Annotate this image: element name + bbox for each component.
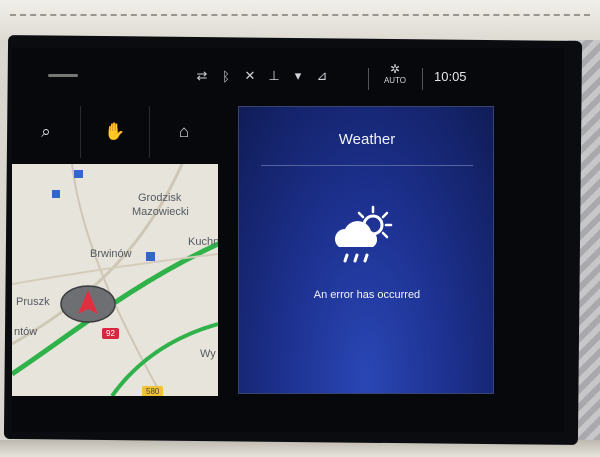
- map-place-label: Grodzisk: [138, 192, 182, 204]
- status-divider: [422, 68, 423, 90]
- drag-handle[interactable]: [48, 74, 78, 77]
- map-place-label: ntów: [14, 326, 38, 338]
- fan-icon: ✲: [389, 62, 401, 76]
- road-badge: 580: [142, 386, 164, 396]
- map-roads: [12, 164, 218, 396]
- climate-auto-button[interactable]: ✲ AUTO: [380, 62, 410, 85]
- signal-icon: ⊿: [316, 68, 328, 83]
- road-badge: 92: [102, 328, 119, 339]
- infotainment-screen: ⇄ ᛒ ✕ ⊥ ▾ ⊿ ✲ AUTO 10:05 ⌕ ✋ ⌂ Grodzisk …: [12, 48, 564, 432]
- bluetooth-icon: ᛒ: [222, 68, 230, 84]
- map-view[interactable]: Grodzisk Mazowiecki Brwinów Pruszk Kuchn…: [12, 164, 218, 396]
- search-button[interactable]: ⌕: [12, 106, 81, 158]
- clock: 10:05: [434, 69, 467, 84]
- climate-label: AUTO: [383, 76, 407, 85]
- weather-divider: [261, 165, 473, 166]
- weather-error-message: An error has occurred: [313, 289, 421, 301]
- map-place-label: Kuchn: [188, 236, 218, 248]
- hand-icon: ✋: [104, 122, 126, 141]
- mute-icon: ✕: [244, 68, 256, 83]
- map-place-label: Brwinów: [90, 248, 132, 260]
- search-icon: ⌕: [41, 122, 51, 141]
- map-place-label: Pruszk: [16, 296, 50, 308]
- navigation-panel: ⌕ ✋ ⌂ Grodzisk Mazowiecki Brwinów Pruszk…: [12, 106, 218, 396]
- nav-toolbar: ⌕ ✋ ⌂: [12, 106, 218, 158]
- home-icon: ⌂: [178, 122, 190, 141]
- map-place-label: Wy: [200, 348, 216, 360]
- weather-title: Weather: [338, 131, 396, 148]
- status-divider: [368, 68, 369, 90]
- weather-widget[interactable]: Weather An error has occurred: [238, 106, 494, 394]
- status-bar: ⇄ ᛒ ✕ ⊥ ▾ ⊿ ✲ AUTO 10:05: [12, 48, 564, 100]
- phone-link-icon: ⇄: [196, 68, 208, 83]
- home-button[interactable]: ⌂: [150, 106, 218, 158]
- user-icon: ⊥: [268, 68, 280, 83]
- status-icons: ⇄ ᛒ ✕ ⊥ ▾ ⊿: [194, 68, 330, 84]
- partly-sunny-rain-icon: [335, 205, 393, 263]
- hand-button[interactable]: ✋: [81, 106, 150, 158]
- vehicle-position-icon: [60, 285, 116, 323]
- wifi-icon: ▾: [294, 68, 302, 83]
- map-place-label: Mazowiecki: [132, 206, 189, 218]
- dashboard-stitching: [10, 14, 590, 16]
- dashboard-top: [0, 0, 600, 40]
